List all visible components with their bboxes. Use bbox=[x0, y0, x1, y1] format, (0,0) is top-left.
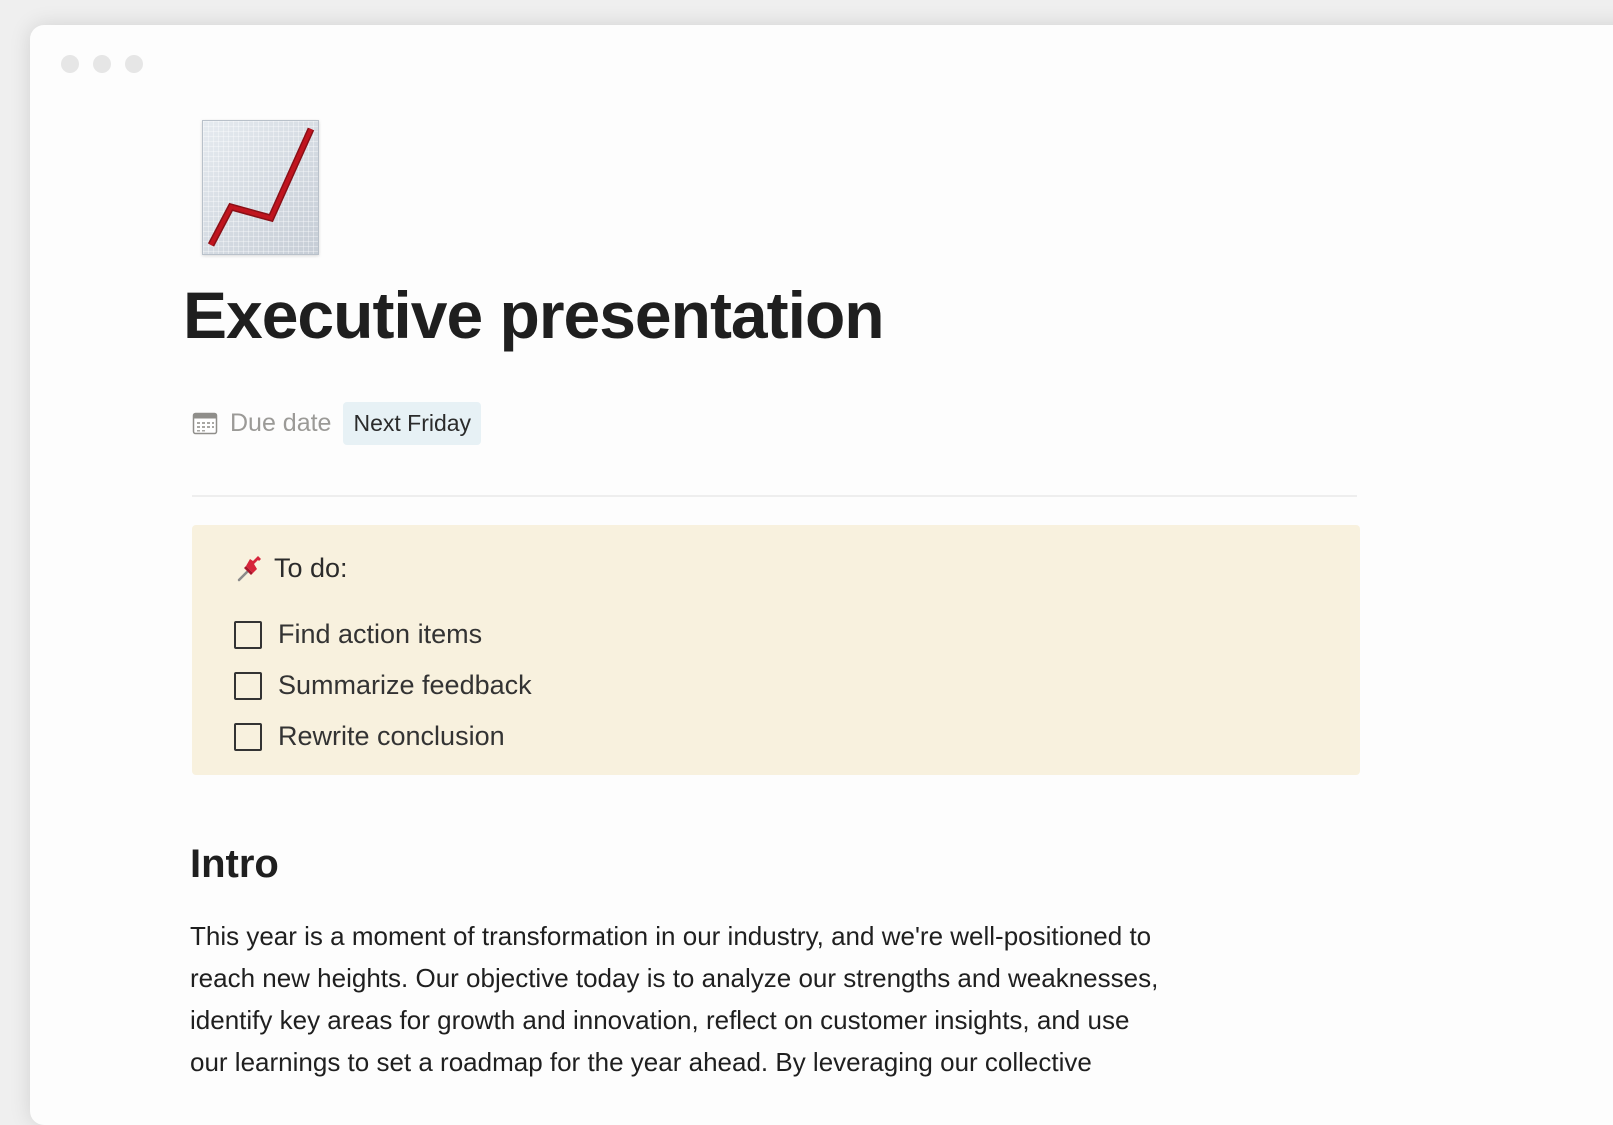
due-date-label: Due date bbox=[230, 408, 332, 437]
todo-item-label[interactable]: Rewrite conclusion bbox=[278, 721, 505, 752]
todo-item: Find action items bbox=[234, 609, 532, 660]
todo-item: Summarize feedback bbox=[234, 660, 532, 711]
callout-heading-text: To do: bbox=[274, 553, 348, 583]
intro-line: reach new heights. Our objective today i… bbox=[190, 963, 1159, 993]
intro-line: This year is a moment of transformation … bbox=[190, 921, 1152, 951]
todo-item-label[interactable]: Find action items bbox=[278, 619, 482, 650]
callout-heading: To do: bbox=[236, 553, 348, 584]
page-title[interactable]: Executive presentation bbox=[183, 277, 885, 353]
intro-line: identify key areas for growth and innova… bbox=[190, 1005, 1130, 1035]
pushpin-icon bbox=[237, 555, 261, 581]
divider bbox=[192, 495, 1357, 497]
todo-checkbox[interactable] bbox=[234, 671, 262, 700]
calendar-icon bbox=[192, 412, 218, 435]
window-controls bbox=[61, 55, 143, 73]
intro-heading[interactable]: Intro bbox=[190, 842, 279, 887]
window-zoom-button[interactable] bbox=[125, 55, 143, 73]
todo-item-label[interactable]: Summarize feedback bbox=[278, 670, 532, 701]
todo-item: Rewrite conclusion bbox=[234, 711, 532, 762]
due-date-property: Due date Next Friday bbox=[192, 401, 482, 445]
todo-checkbox[interactable] bbox=[234, 722, 262, 751]
window-close-button[interactable] bbox=[61, 55, 79, 73]
todo-checkbox[interactable] bbox=[234, 620, 262, 649]
todo-list: Find action items Summarize feedback Rew… bbox=[234, 609, 532, 762]
window-minimize-button[interactable] bbox=[93, 55, 111, 73]
chart-increasing-icon[interactable] bbox=[202, 120, 319, 255]
intro-line: our learnings to set a roadmap for the y… bbox=[190, 1047, 1092, 1077]
todo-callout: To do: Find action items Summarize feedb… bbox=[192, 525, 1360, 775]
intro-paragraph[interactable]: This year is a moment of transformation … bbox=[190, 915, 1350, 1083]
app-window: Executive presentation Due date Next Fri… bbox=[30, 25, 1613, 1125]
due-date-value[interactable]: Next Friday bbox=[343, 401, 482, 445]
